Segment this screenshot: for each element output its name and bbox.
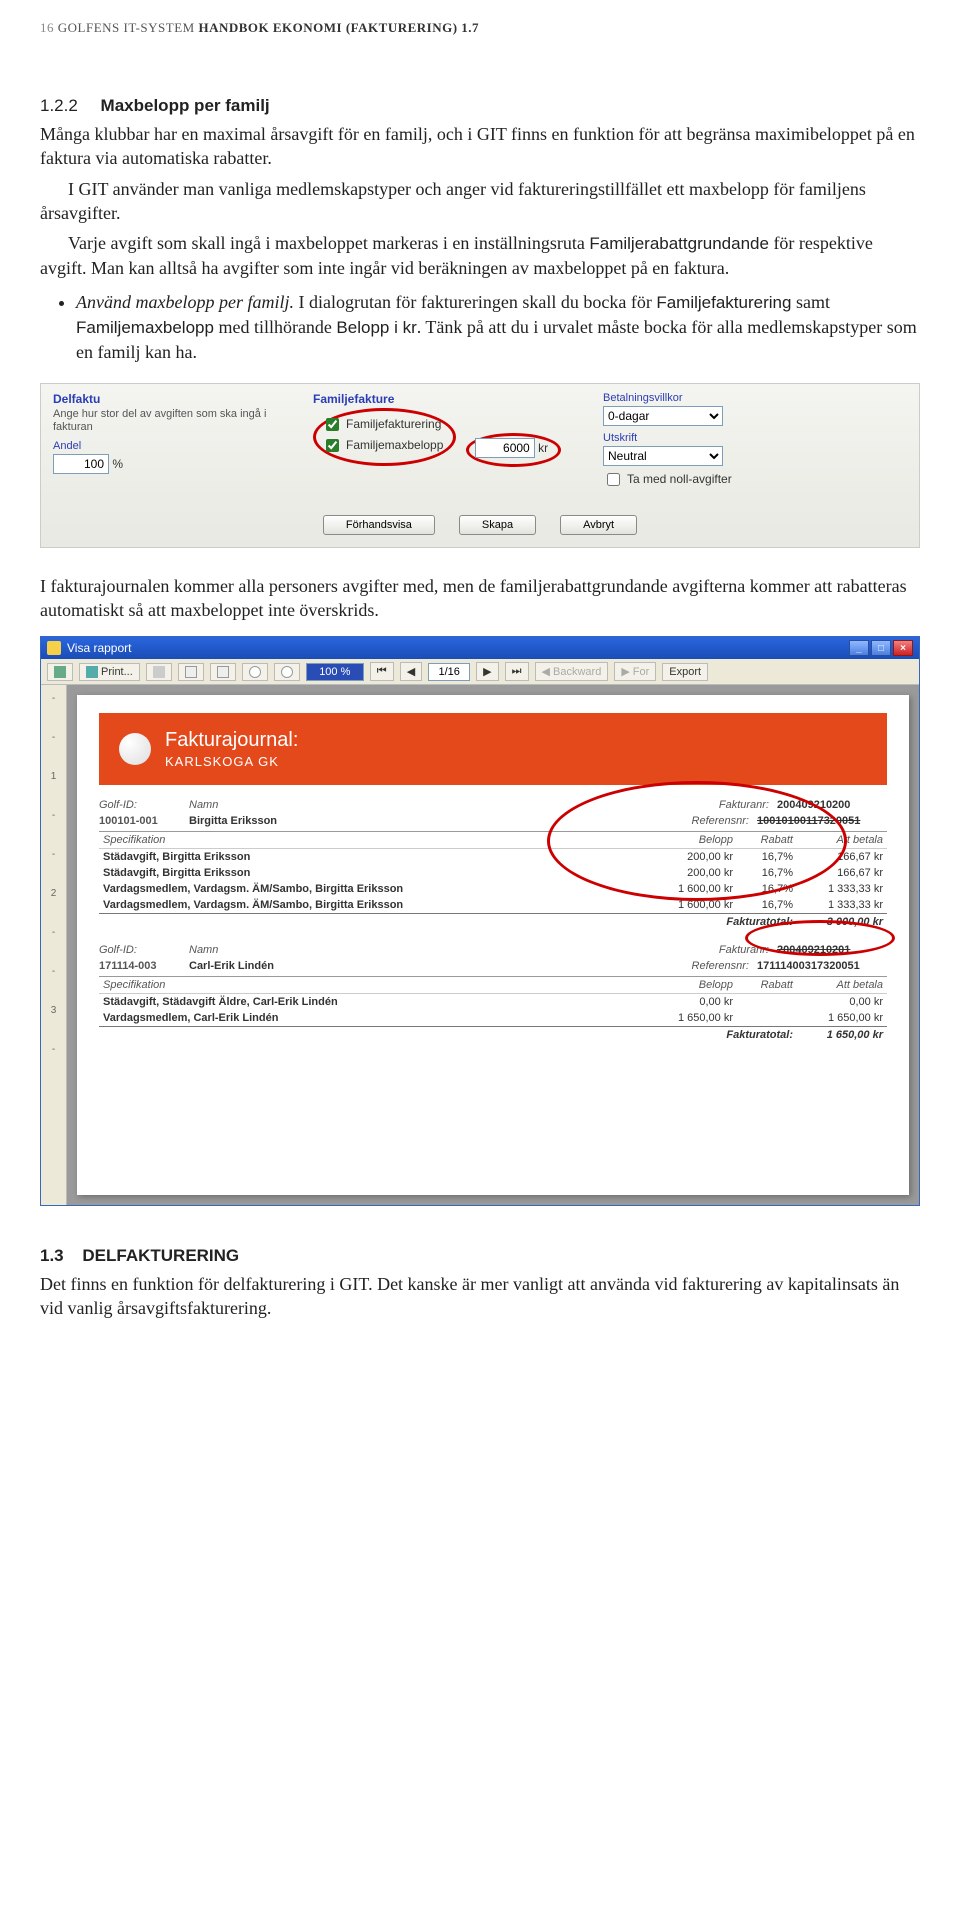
print-icon	[86, 666, 98, 678]
table-row: Vardagsmedlem, Vardagsm. ÄM/Sambo, Birgi…	[99, 897, 887, 914]
screenshot-form-delfaktu: Delfaktu Ange hur stor del av avgiften s…	[40, 383, 920, 548]
page-field[interactable]	[428, 663, 470, 681]
section-number: 1.3	[40, 1246, 64, 1265]
paragraph: I fakturajournalen kommer alla personers…	[40, 574, 920, 623]
field-label: Betalningsvillkor	[603, 392, 783, 404]
section-heading: 1.3 DELFAKTURERING	[40, 1246, 920, 1266]
copy-icon	[153, 666, 165, 678]
zoom-in-icon	[281, 666, 293, 678]
report-toolbar: Print... ⏮ ◀ ▶ ⏭ ◀ Backward ▶ For Export	[41, 659, 919, 685]
window-title: Visa rapport	[67, 641, 131, 655]
table-total-row: Fakturatotal:1 650,00 kr	[99, 1027, 887, 1044]
table-total-row: Fakturatotal:3 000,00 kr	[99, 914, 887, 931]
zoom-select[interactable]	[306, 663, 364, 681]
window-icon	[47, 641, 61, 655]
header-right: HANDBOK EKONOMI (FAKTURERING) 1.7	[198, 20, 479, 35]
next-page-button[interactable]: ▶	[476, 662, 498, 681]
invoice-record: Golf-ID: Namn Fakturanr: 200409210200 10…	[99, 799, 887, 930]
minimize-button[interactable]: _	[849, 640, 869, 656]
section-title: Maxbelopp per familj	[101, 96, 270, 115]
list-item: Använd maxbelopp per familj. I dialogrut…	[76, 290, 920, 364]
window-titlebar: Visa rapport _ □ ×	[41, 637, 919, 659]
table-row: Vardagsmedlem, Vardagsm. ÄM/Sambo, Birgi…	[99, 881, 887, 897]
zoom-out-icon	[249, 666, 261, 678]
zoom-out-button[interactable]	[242, 663, 268, 681]
maximize-button[interactable]: □	[871, 640, 891, 656]
checkbox-input[interactable]	[607, 473, 620, 486]
paragraph: Många klubbar har en maximal årsavgift f…	[40, 122, 920, 171]
paragraph: Varje avgift som skall ingå i maxbeloppe…	[40, 231, 920, 280]
toolbar-copy-button[interactable]	[146, 663, 172, 681]
maxbelopp-input[interactable]	[475, 438, 535, 458]
checkbox-input[interactable]	[326, 418, 339, 431]
skapa-button[interactable]: Skapa	[459, 515, 536, 535]
last-page-button[interactable]: ⏭	[505, 662, 529, 681]
field-label: Andel	[53, 440, 283, 452]
print-button[interactable]: Print...	[79, 663, 140, 681]
invoice-table: Specifikation Belopp Rabatt Att betala S…	[99, 976, 887, 1043]
unit-label: %	[112, 457, 123, 471]
hint-text: Ange hur stor del av avgiften som ska in…	[53, 408, 283, 434]
page-number: 16	[40, 20, 54, 35]
checkbox-noll-avgifter[interactable]: Ta med noll-avgifter	[603, 470, 783, 489]
toolbar-home-button[interactable]	[47, 663, 73, 681]
export-button[interactable]: Export	[662, 663, 708, 681]
banner-title: Fakturajournal:	[165, 729, 298, 752]
screenshot-report-window: Visa rapport _ □ × Print... ⏮ ◀ ▶ ⏭ ◀ Ba…	[40, 636, 920, 1206]
section-heading: 1.2.2 Maxbelopp per familj	[40, 96, 920, 116]
header-left: GOLFENS IT-SYSTEM	[58, 20, 195, 35]
paragraph: I GIT använder man vanliga medlemskapsty…	[40, 177, 920, 226]
table-row: Vardagsmedlem, Carl-Erik Lindén1 650,00 …	[99, 1010, 887, 1027]
section-title: DELFAKTURERING	[82, 1246, 239, 1265]
invoice-record: Golf-ID: Namn Fakturanr: 200409210201 17…	[99, 944, 887, 1043]
first-page-button[interactable]: ⏮	[370, 662, 394, 681]
section-number: 1.2.2	[40, 96, 78, 115]
table-row: Städavgift, Birgitta Eriksson200,00 kr16…	[99, 865, 887, 881]
group-label: Familjefakture	[313, 392, 573, 406]
report-banner: Fakturajournal: KARLSKOGA GK	[99, 713, 887, 785]
layout-icon	[185, 666, 197, 678]
toolbar-layout1-button[interactable]	[178, 663, 204, 681]
forward-button[interactable]: ▶ For	[614, 662, 656, 681]
vertical-ruler: --1--2--3-	[41, 685, 67, 1205]
group-label: Delfaktu	[53, 392, 283, 406]
checkbox-familjefakturering[interactable]: Familjefakturering	[322, 415, 443, 434]
invoice-table: Specifikation Belopp Rabatt Att betala S…	[99, 831, 887, 930]
backward-button[interactable]: ◀ Backward	[535, 662, 609, 681]
forhandsvisa-button[interactable]: Förhandsvisa	[323, 515, 435, 535]
zoom-in-button[interactable]	[274, 663, 300, 681]
report-page: Fakturajournal: KARLSKOGA GK Golf-ID: Na…	[77, 695, 909, 1195]
golf-ball-icon	[119, 733, 151, 765]
table-row: Städavgift, Birgitta Eriksson200,00 kr16…	[99, 849, 887, 866]
andel-input[interactable]	[53, 454, 109, 474]
toolbar-layout2-button[interactable]	[210, 663, 236, 681]
close-button[interactable]: ×	[893, 640, 913, 656]
banner-subtitle: KARLSKOGA GK	[165, 754, 298, 769]
avbryt-button[interactable]: Avbryt	[560, 515, 637, 535]
utskrift-select[interactable]: Neutral	[603, 446, 723, 466]
checkbox-input[interactable]	[326, 439, 339, 452]
prev-page-button[interactable]: ◀	[400, 662, 422, 681]
page-icon	[54, 666, 66, 678]
unit-label: kr	[538, 441, 548, 455]
betalningsvillkor-select[interactable]: 0-dagar	[603, 406, 723, 426]
table-row: Städavgift, Städavgift Äldre, Carl-Erik …	[99, 994, 887, 1011]
layout-icon	[217, 666, 229, 678]
field-label: Utskrift	[603, 432, 783, 444]
checkbox-familjemaxbelopp[interactable]: Familjemaxbelopp	[322, 436, 443, 455]
page-header: 16 GOLFENS IT-SYSTEM HANDBOK EKONOMI (FA…	[40, 20, 920, 36]
paragraph: Det finns en funktion för delfakturering…	[40, 1272, 920, 1321]
